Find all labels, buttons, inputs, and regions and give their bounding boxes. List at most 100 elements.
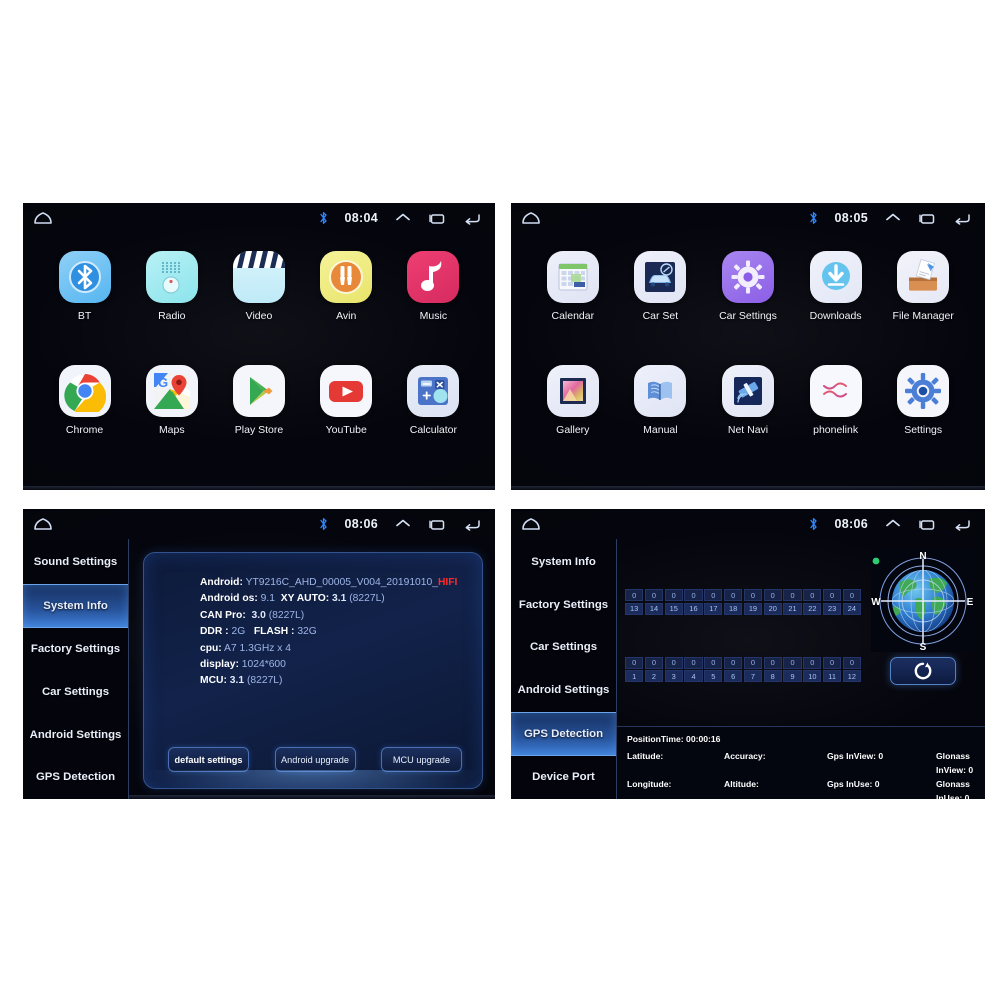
satellite-index: 7 (743, 670, 763, 682)
app-label: Net Navi (727, 423, 769, 436)
info-value: A7 1.3GHz x 4 (224, 642, 292, 654)
app-tile-calendar[interactable]: Calendar (529, 243, 617, 357)
dialog-glow (144, 770, 482, 788)
info-row-ddr-flash: DDR : 2G FLASH : 32G (200, 624, 474, 640)
satellite-index: 14 (644, 602, 664, 615)
sidebar-item-gps-detection[interactable]: GPS Detection (23, 756, 128, 799)
info-chip: (8227L) (246, 675, 283, 687)
status-bar-time: 08:04 (344, 211, 378, 225)
mcu-upgrade-button[interactable]: MCU upgrade (381, 747, 462, 772)
default-settings-button[interactable]: default settings (168, 747, 249, 772)
recents-icon[interactable] (918, 518, 936, 531)
sidebar-item-gps-detection[interactable]: GPS Detection (511, 711, 616, 757)
app-label: Avin (336, 310, 357, 322)
bluetooth-icon (809, 517, 818, 531)
app-tile-net-navi[interactable]: Net Navi (704, 357, 792, 471)
satellite-column: 05 (704, 656, 723, 682)
sidebar-item-factory-settings[interactable]: Factory Settings (511, 584, 616, 627)
home-icon[interactable] (521, 211, 541, 225)
sidebar-item-android-settings[interactable]: Android Settings (23, 714, 128, 757)
bluetooth-icon (319, 211, 328, 225)
info-chip-xy-auto: (8227L) (349, 593, 385, 605)
car-settings-app-icon (721, 251, 774, 303)
satellite-value: 0 (743, 589, 763, 601)
sidebar-item-car-settings[interactable]: Car Settings (511, 626, 616, 669)
app-tile-downloads[interactable]: Downloads (792, 243, 880, 357)
app-tile-video[interactable]: Video (215, 243, 302, 357)
app-tile-manual[interactable]: Manual (617, 357, 705, 471)
app-tile-gallery[interactable]: Gallery (529, 357, 617, 471)
app-label: phonelink (813, 423, 859, 436)
back-icon[interactable] (463, 518, 481, 531)
gps-in-use: Gps InUse: 0 (827, 779, 880, 789)
sidebar-item-android-settings[interactable]: Android Settings (511, 669, 616, 712)
satellite-column: 0 19 (743, 589, 763, 615)
info-key: display: (200, 659, 239, 671)
back-icon[interactable] (953, 212, 971, 225)
app-tile-chrome[interactable]: Chrome (41, 357, 128, 471)
recents-icon[interactable] (918, 212, 936, 225)
satellite-column: 0 11 (822, 656, 842, 682)
app-tile-radio[interactable]: Radio (128, 243, 215, 357)
app-tile-maps[interactable]: G Maps (128, 357, 215, 471)
app-tile-bt[interactable]: BT (41, 243, 128, 357)
satellite-index: 9 (783, 670, 802, 682)
refresh-button[interactable] (890, 657, 956, 685)
satellite-value: 0 (783, 589, 802, 601)
home-icon[interactable] (33, 211, 53, 225)
sidebar-item-device-port[interactable]: Device Port (511, 756, 616, 799)
sidebar-item-system-info[interactable]: System Info (511, 541, 616, 584)
downloads-app-icon (809, 251, 862, 303)
satellite-index: 8 (763, 670, 782, 682)
app-tile-play-store[interactable]: Play Store (215, 357, 302, 471)
compass-north: N (919, 551, 926, 562)
sidebar-item-factory-settings[interactable]: Factory Settings (23, 628, 128, 671)
play-store-app-icon (232, 364, 285, 417)
back-icon[interactable] (953, 518, 971, 531)
app-tile-phonelink[interactable]: phonelink (792, 357, 880, 471)
home-icon[interactable] (33, 517, 53, 531)
sidebar-item-system-info[interactable]: System Info (23, 583, 128, 629)
satellite-index: 13 (625, 602, 644, 615)
screen-gps-detection: 08:06 System Info Factory Settings Car S… (511, 509, 985, 799)
satellite-value: 0 (684, 589, 703, 601)
info-key: CAN Pro: (200, 609, 246, 621)
satellite-column: 07 (743, 656, 763, 682)
chevron-up-icon[interactable] (395, 518, 411, 530)
bluetooth-icon (319, 517, 328, 531)
satellite-index: 23 (822, 602, 842, 615)
manual-app-icon (634, 364, 687, 417)
app-label: File Manager (892, 310, 954, 322)
app-tile-calculator[interactable]: Calculator (390, 357, 477, 471)
satellite-value: 0 (803, 589, 822, 601)
app-tile-file-manager[interactable]: File Manager (879, 243, 967, 357)
home-icon[interactable] (521, 517, 541, 531)
satellite-value: 0 (625, 589, 644, 601)
bluetooth-icon (809, 211, 818, 225)
back-icon[interactable] (463, 212, 481, 225)
app-tile-settings[interactable]: Settings (879, 357, 967, 471)
status-bar: 08:05 (511, 203, 985, 233)
satellite-index: 6 (723, 670, 743, 682)
app-tile-music[interactable]: Music (390, 243, 477, 357)
app-label: BT (77, 310, 92, 322)
sidebar-item-sound-settings[interactable]: Sound Settings (23, 541, 128, 584)
chevron-up-icon[interactable] (885, 212, 901, 224)
recents-icon[interactable] (428, 212, 446, 225)
satellite-value: 0 (783, 656, 802, 669)
app-tile-car-settings[interactable]: Car Settings (704, 243, 792, 357)
app-tile-youtube[interactable]: YouTube (303, 357, 390, 471)
app-tile-car-set[interactable]: Car Set (617, 243, 705, 357)
sidebar-item-car-settings[interactable]: Car Settings (23, 671, 128, 714)
satellite-value: 0 (664, 589, 683, 601)
android-upgrade-button[interactable]: Android upgrade (274, 747, 356, 772)
status-bar-time: 08:06 (834, 517, 868, 531)
status-bar-left (521, 517, 541, 531)
chevron-up-icon[interactable] (885, 518, 901, 530)
satellite-column: 03 (664, 656, 683, 682)
recents-icon[interactable] (428, 518, 446, 531)
app-tile-avin[interactable]: Avin (303, 243, 390, 357)
system-info-dialog: Android: YT9216C_AHD_00005_V004_20191010… (143, 552, 483, 789)
chevron-up-icon[interactable] (395, 212, 411, 224)
settings-body: Sound Settings System Info Factory Setti… (23, 539, 495, 799)
